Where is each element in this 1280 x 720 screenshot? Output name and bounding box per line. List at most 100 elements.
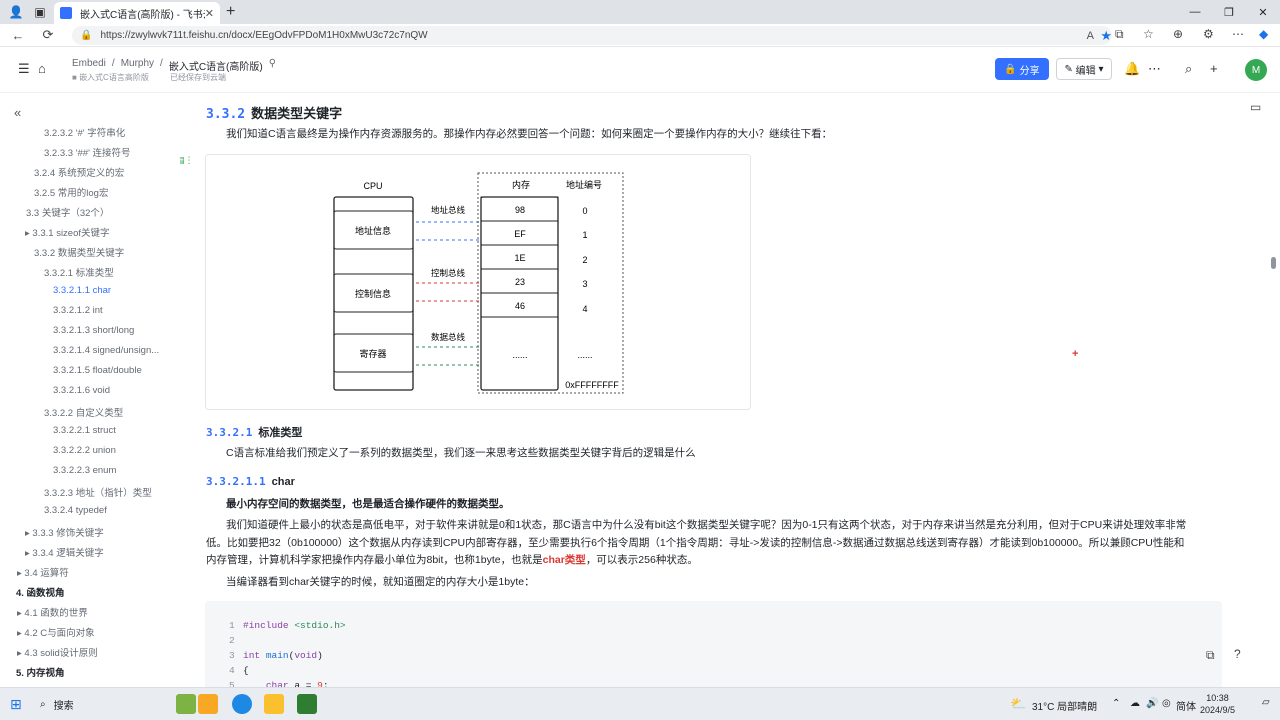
url-field[interactable]: 🔒 https://zwylwvk711t.feishu.cn/docx/EEg… bbox=[72, 26, 1112, 45]
search-icon: ⌕ bbox=[40, 699, 46, 710]
toc-item[interactable]: 3.3.2.1 标准类型 bbox=[44, 265, 114, 279]
file-explorer-icon[interactable] bbox=[264, 694, 284, 714]
split-screen-icon[interactable]: ⧉ bbox=[1115, 27, 1124, 42]
windows-start-icon[interactable]: ⊞ bbox=[10, 696, 22, 713]
collections-icon[interactable]: ⊕ bbox=[1173, 27, 1183, 41]
clock[interactable]: 10:38 2024/9/5 bbox=[1200, 692, 1235, 716]
breadcrumb: Embedi / Murphy / 嵌入式C语言(高阶版) ⚲ bbox=[72, 58, 277, 73]
toc-sidebar: « 3.2.3.2 '#' 字符串化 3.2.3.3 '##' 连接符号 3.2.4… bbox=[0, 93, 180, 687]
toc-item[interactable]: ▸ 3.4 运算符 bbox=[17, 565, 69, 579]
char-type-highlight: char类型 bbox=[542, 554, 586, 566]
toc-item-label: 3.3.2.1.2 int bbox=[53, 305, 103, 316]
crumb-1[interactable]: Embedi bbox=[72, 58, 106, 73]
close-window-icon[interactable]: ✕ bbox=[1246, 0, 1280, 24]
network-icon[interactable]: ☁ bbox=[1130, 698, 1140, 709]
browser-titlebar: 👤 ▣ 嵌入式C语言(高阶版) - 飞书云文档 ✕ + — ❐ ✕ bbox=[0, 0, 1280, 24]
toc-item[interactable]: 3.3.2.1.4 signed/unsign... bbox=[53, 345, 159, 356]
taskbar-app-3[interactable] bbox=[297, 694, 317, 714]
compiler-paragraph: 当编译器看到char关键字的时候，就知道圈定的内存大小是1byte： bbox=[226, 576, 535, 588]
cpu-cell-text-1: 控制信息 bbox=[355, 288, 391, 299]
search-icon[interactable]: ⌕ bbox=[1185, 61, 1192, 77]
toc-item[interactable]: 3.3.2.2 自定义类型 bbox=[44, 405, 123, 419]
toc-item[interactable]: 3.3.2.1.5 float/double bbox=[53, 365, 142, 376]
toc-item[interactable]: 5. 内存视角 bbox=[16, 665, 65, 679]
menu-toggle-icon[interactable]: ☰ bbox=[18, 61, 30, 77]
read-aloud-icon[interactable]: A bbox=[1087, 30, 1094, 42]
page-scrollbar[interactable] bbox=[1268, 93, 1280, 687]
section-heading-3-3-2: 3.3.2 数据类型关键字 bbox=[206, 106, 343, 122]
tab-actions-icon[interactable]: ▣ bbox=[28, 0, 52, 24]
edit-button[interactable]: ✎ 编辑 ▾ bbox=[1056, 58, 1112, 80]
code-block[interactable]: 1 #include <stdio.h> 2 3 int main(void) 4{… bbox=[205, 601, 1222, 687]
toc-item[interactable]: 3.3.2.1.3 short/long bbox=[53, 325, 134, 336]
volume-icon[interactable]: 🔊 bbox=[1146, 698, 1158, 709]
toc-item[interactable]: 3.3.2.1.2 int bbox=[53, 305, 103, 316]
cursor-plus-icon: + bbox=[1072, 348, 1079, 360]
collapse-sidebar-icon[interactable]: « bbox=[14, 105, 21, 120]
toc-item[interactable]: ▸ 3.3.4 逻辑关键字 bbox=[25, 545, 104, 559]
address-bar-row: ← ⟳ 🔒 https://zwylwvk711t.feishu.cn/docx… bbox=[0, 24, 1280, 47]
cpu-memory-diagram[interactable]: CPU 地址信息 控制信息 寄存器 地址总线 控制总线 数据总线 内存 地址编号… bbox=[205, 154, 751, 410]
toc-item[interactable]: ▸ 4.2 C与面向对象 bbox=[17, 625, 95, 639]
toc-item[interactable]: 3.2.3.3 '##' 连接符号 bbox=[44, 145, 131, 159]
taskbar-search[interactable]: ⌕ 搜索 bbox=[36, 694, 171, 715]
back-icon[interactable]: ← bbox=[6, 28, 30, 43]
weather-icon: ⛅ bbox=[1010, 696, 1027, 711]
more-menu-icon[interactable]: ⋯ bbox=[1232, 27, 1244, 41]
toc-item[interactable]: 3.3.2 数据类型关键字 bbox=[34, 245, 124, 259]
toc-item[interactable]: 3.3.2.1.1 char bbox=[53, 285, 111, 296]
comment-add-icon[interactable]: ▤⋮ bbox=[180, 155, 194, 166]
toc-item[interactable]: ▸ 3.3.1 sizeof关键字 bbox=[25, 225, 110, 239]
favorite-star-icon[interactable]: ★ bbox=[1100, 28, 1112, 44]
cpu-cell-text-0: 地址信息 bbox=[355, 225, 391, 236]
taskbar-app-1[interactable] bbox=[176, 694, 196, 714]
toc-item[interactable]: 3.2.5 常用的log宏 bbox=[34, 185, 108, 199]
toc-item[interactable]: 3.3.2.2.1 struct bbox=[53, 425, 116, 436]
taskbar-app-2[interactable] bbox=[198, 694, 218, 714]
more-options-icon[interactable]: ⋯ bbox=[1148, 61, 1161, 77]
notifications-icon[interactable]: ▱ bbox=[1262, 697, 1270, 708]
help-icon[interactable]: ? bbox=[1234, 647, 1241, 661]
toc-item[interactable]: 3.3 关键字（32个） bbox=[26, 205, 109, 219]
tab-close-icon[interactable]: ✕ bbox=[205, 7, 214, 20]
ime-label[interactable]: 简体 bbox=[1176, 698, 1196, 713]
minimize-icon[interactable]: — bbox=[1178, 0, 1212, 24]
home-icon[interactable]: ⌂ bbox=[38, 61, 46, 76]
toc-item[interactable]: ▸ 3.3.3 修饰关键字 bbox=[25, 525, 104, 539]
favorites-icon[interactable]: ☆ bbox=[1143, 27, 1154, 41]
crumb-2[interactable]: Murphy bbox=[121, 58, 154, 73]
reload-icon[interactable]: ⟳ bbox=[36, 27, 60, 43]
toc-item[interactable]: 3.3.2.1.6 void bbox=[53, 385, 110, 396]
pin-icon[interactable]: ⚲ bbox=[269, 58, 276, 73]
toc-item[interactable]: 3.3.2.4 typedef bbox=[44, 505, 107, 516]
weather-text[interactable]: 31°C 局部晴朗 bbox=[1032, 698, 1097, 713]
tray-icon-4[interactable]: ◎ bbox=[1162, 698, 1171, 709]
toc-item[interactable]: 4. 函数视角 bbox=[16, 585, 65, 599]
edge-browser-icon[interactable] bbox=[232, 694, 252, 714]
profile-icon[interactable]: 👤 bbox=[4, 0, 28, 24]
toc-item[interactable]: 3.3.2.2.3 enum bbox=[53, 465, 116, 476]
crumb-3[interactable]: 嵌入式C语言(高阶版) bbox=[169, 58, 263, 73]
toc-item[interactable]: ▸ 4.1 函数的世界 bbox=[17, 605, 88, 619]
toc-item[interactable]: 3.3.2.3 地址（指针）类型 bbox=[44, 485, 152, 499]
comments-icon[interactable]: ▭ bbox=[1250, 100, 1261, 114]
notification-bell-icon[interactable]: 🔔 bbox=[1124, 61, 1140, 77]
scrollbar-thumb[interactable] bbox=[1271, 257, 1276, 269]
maximize-icon[interactable]: ❐ bbox=[1212, 0, 1246, 24]
memory-cell-value: EF bbox=[514, 229, 526, 239]
outline-toggle-icon[interactable]: ⧉ bbox=[1206, 648, 1215, 663]
browser-tab[interactable]: 嵌入式C语言(高阶版) - 飞书云文档 ✕ bbox=[54, 2, 220, 24]
tray-overflow-icon[interactable]: ⌃ bbox=[1112, 698, 1120, 709]
toc-item[interactable]: 3.2.3.2 '#' 字符串化 bbox=[44, 125, 125, 139]
toc-item[interactable]: 3.3.2.2.2 union bbox=[53, 445, 116, 456]
extensions-icon[interactable]: ⚙ bbox=[1203, 27, 1214, 41]
bus-label-address: 地址总线 bbox=[431, 205, 466, 215]
toc-item[interactable]: 3.2.4 系统预定义的宏 bbox=[34, 165, 124, 179]
add-icon[interactable]: + bbox=[1210, 61, 1218, 76]
toc-item[interactable]: ▸ 4.3 solid设计原则 bbox=[17, 645, 98, 659]
address-header: 地址编号 bbox=[566, 179, 602, 190]
share-button[interactable]: 🔒 分享 bbox=[995, 58, 1049, 80]
new-tab-icon[interactable]: + bbox=[226, 3, 235, 21]
copilot-icon[interactable]: ◆ bbox=[1259, 27, 1268, 41]
avatar[interactable]: M bbox=[1245, 59, 1267, 81]
